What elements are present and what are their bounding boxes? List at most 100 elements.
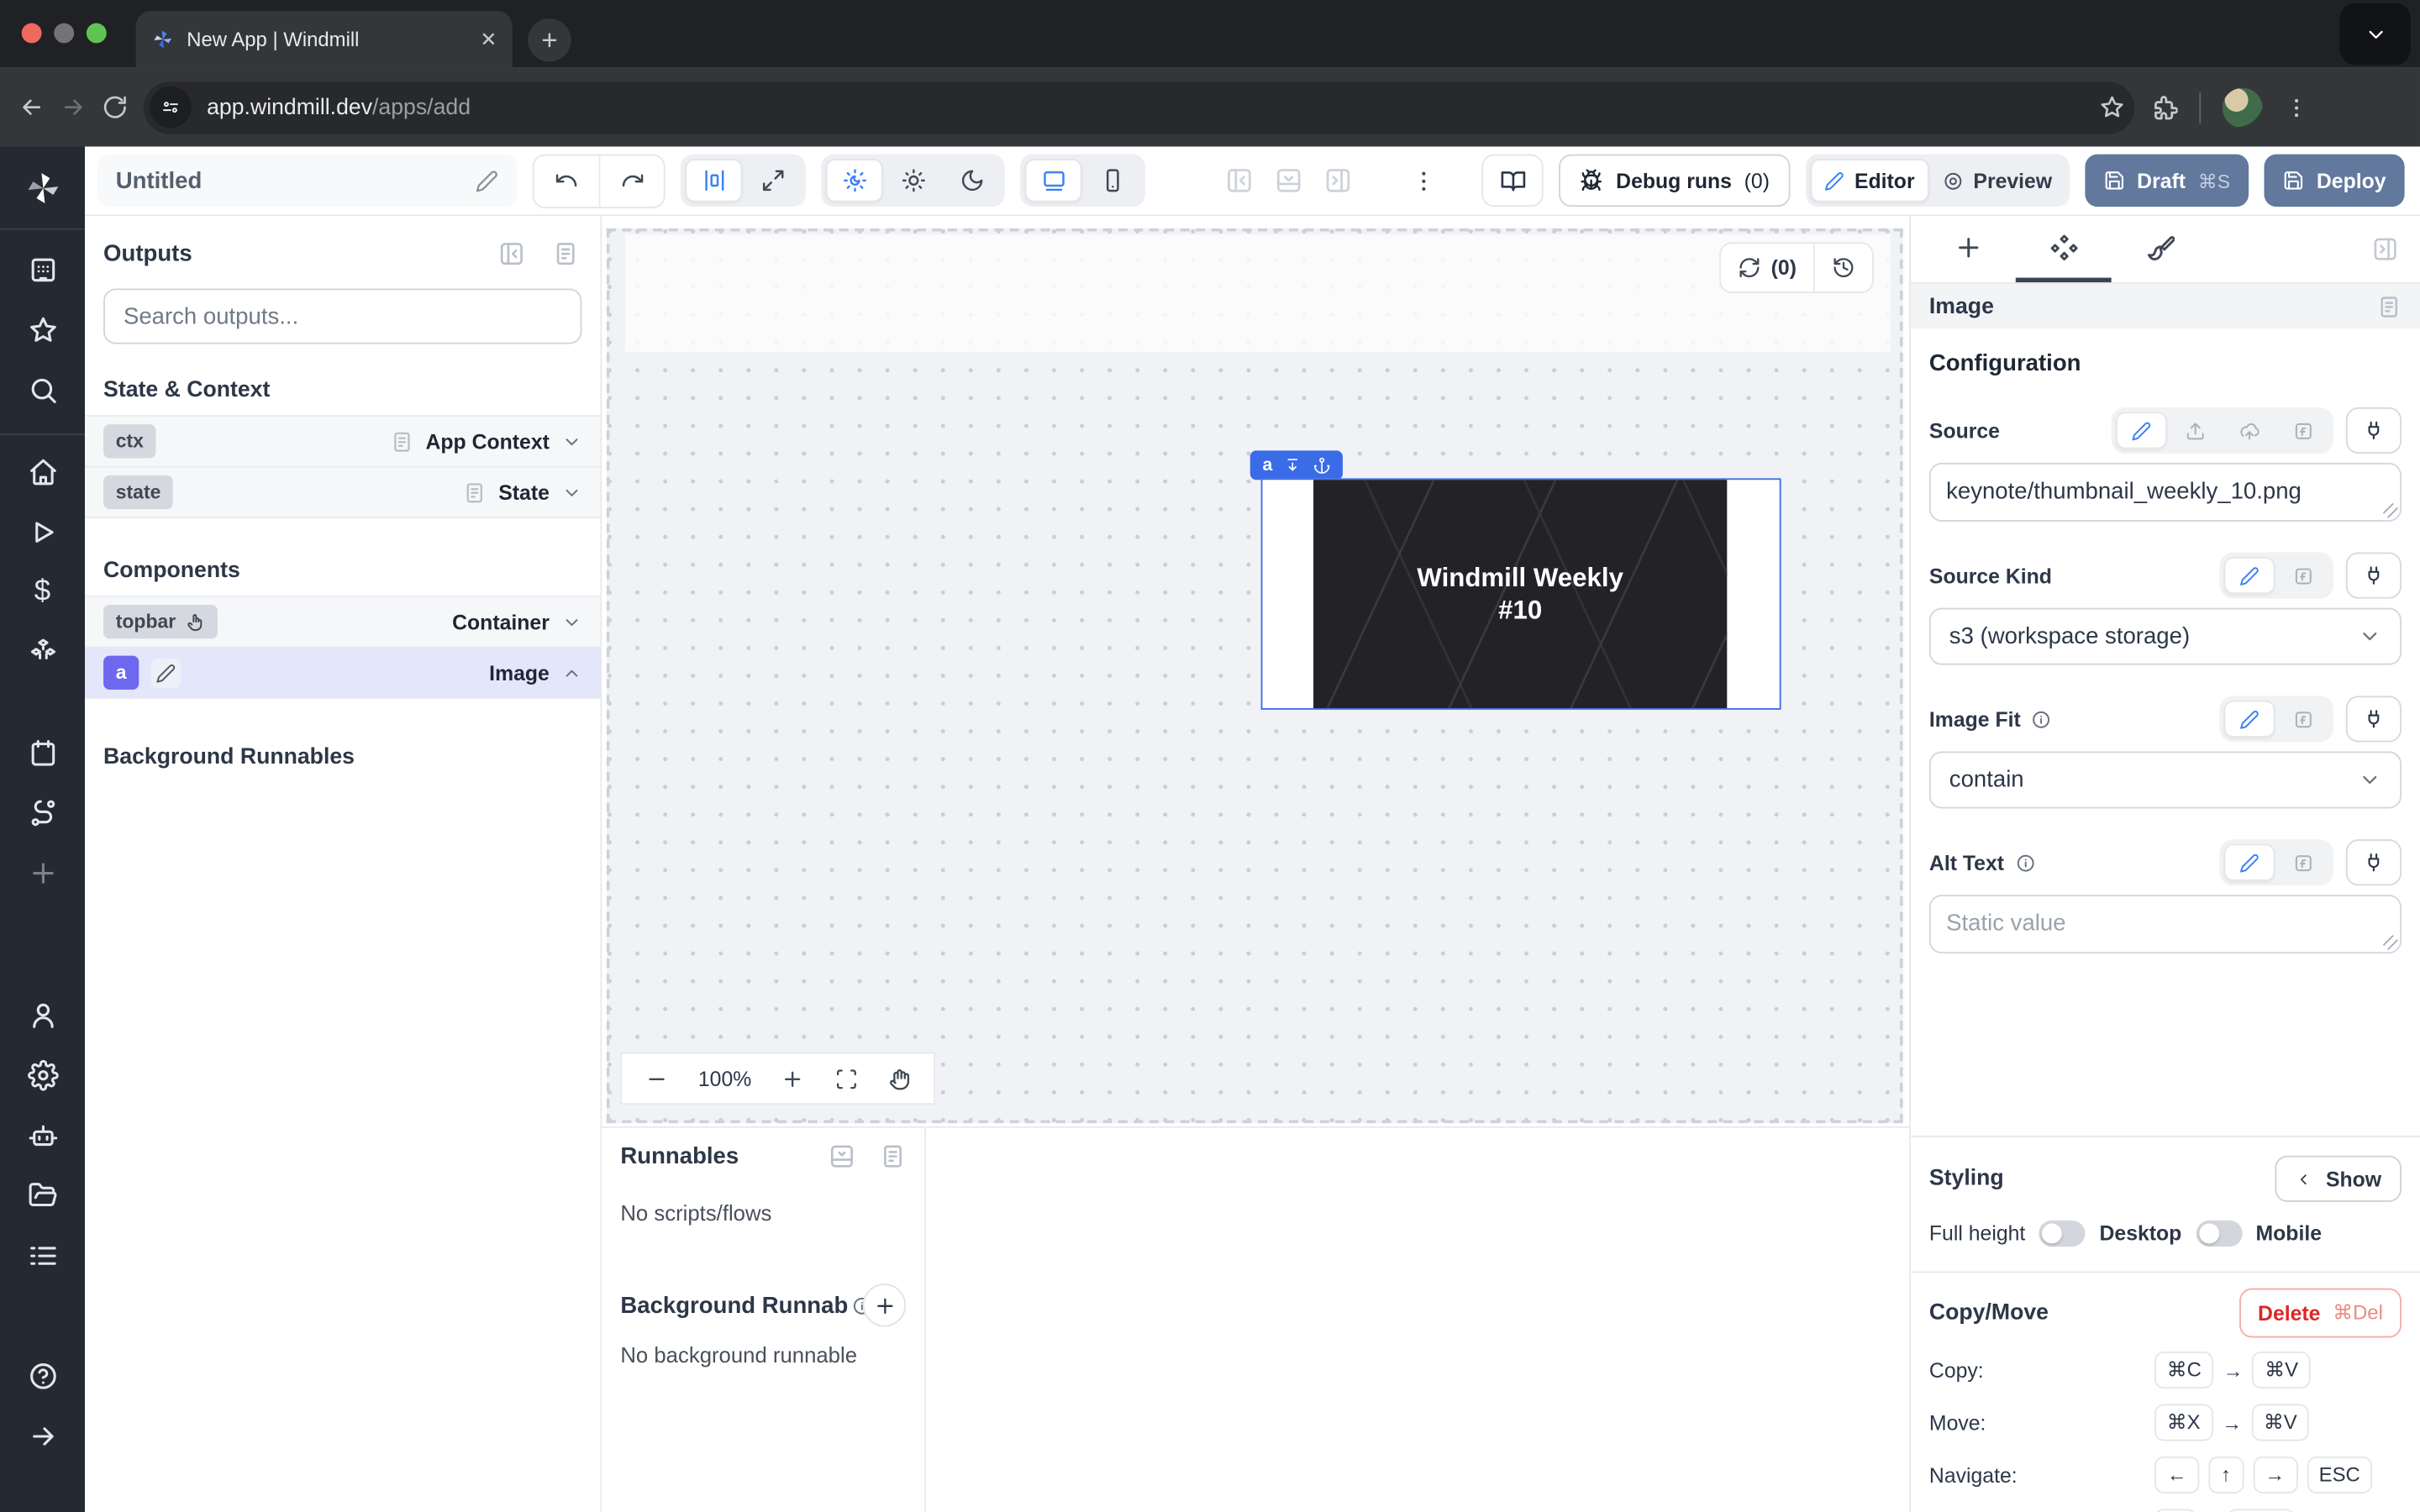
source-kind-select[interactable]: s3 (workspace storage) bbox=[1929, 608, 2402, 665]
new-tab-button[interactable]: + bbox=[528, 18, 571, 61]
toolbar-kebab-icon[interactable] bbox=[1411, 167, 1437, 193]
ctx-badge[interactable]: ctx bbox=[103, 424, 156, 458]
forward-icon[interactable] bbox=[60, 94, 87, 120]
history-button[interactable] bbox=[1813, 244, 1872, 291]
fullscreen-layout-button[interactable] bbox=[744, 159, 801, 202]
tab-styling[interactable] bbox=[2112, 216, 2207, 282]
sidebar-item-logs[interactable] bbox=[27, 1241, 58, 1272]
function-mode-button[interactable] bbox=[2278, 701, 2329, 738]
toggle-left-panel-icon[interactable] bbox=[1225, 166, 1253, 194]
edit-title-pencil-icon[interactable] bbox=[476, 169, 499, 192]
sidebar-add-icon[interactable] bbox=[27, 858, 58, 889]
desktop-view-button[interactable] bbox=[1025, 159, 1082, 202]
mobile-view-button[interactable] bbox=[1083, 159, 1140, 202]
docs-book-button[interactable] bbox=[1481, 155, 1543, 207]
runnables-doc-icon[interactable] bbox=[880, 1143, 906, 1169]
site-settings-icon[interactable] bbox=[150, 87, 192, 129]
component-row-a-selected[interactable]: a Image bbox=[85, 648, 600, 699]
tab-component-settings[interactable] bbox=[2016, 216, 2112, 282]
bookmark-icon[interactable] bbox=[2099, 94, 2125, 120]
output-row-state[interactable]: state State bbox=[85, 468, 600, 519]
function-mode-button[interactable] bbox=[2278, 557, 2329, 594]
toggle-bottom-panel-icon[interactable] bbox=[1275, 166, 1302, 194]
help-icon[interactable] bbox=[27, 1361, 58, 1392]
draft-button[interactable]: Draft ⌘S bbox=[2085, 155, 2249, 207]
sidebar-item-schedules[interactable] bbox=[27, 738, 58, 769]
fit-view-button[interactable] bbox=[834, 1067, 858, 1090]
topbar-badge[interactable]: topbar bbox=[103, 605, 218, 638]
collapse-rail-arrow-icon[interactable] bbox=[27, 1421, 58, 1452]
collapse-panel-down-icon[interactable] bbox=[829, 1143, 855, 1169]
profile-avatar[interactable] bbox=[2223, 87, 2263, 128]
doc-icon[interactable] bbox=[463, 480, 487, 504]
search-input[interactable] bbox=[124, 303, 562, 329]
search-icon[interactable] bbox=[27, 375, 58, 406]
windmill-logo-icon[interactable] bbox=[23, 168, 63, 208]
function-mode-button[interactable] bbox=[2278, 412, 2329, 449]
full-height-desktop-toggle[interactable] bbox=[2039, 1221, 2086, 1247]
doc-icon[interactable] bbox=[390, 430, 413, 454]
dark-theme-moon-button[interactable] bbox=[943, 159, 1000, 202]
back-icon[interactable] bbox=[18, 94, 45, 120]
delete-component-button[interactable]: Delete ⌘Del bbox=[2239, 1289, 2402, 1338]
sidebar-item-runs[interactable] bbox=[27, 517, 58, 548]
zoom-in-button[interactable] bbox=[781, 1067, 805, 1090]
component-row-topbar[interactable]: topbar Container bbox=[85, 597, 600, 648]
rename-pencil-icon[interactable] bbox=[151, 658, 181, 687]
image-fit-select[interactable]: contain bbox=[1929, 751, 2402, 808]
sidebar-item-home[interactable] bbox=[27, 457, 58, 488]
address-bar[interactable]: app.windmill.dev/apps/add bbox=[144, 81, 2134, 133]
expand-down-icon[interactable] bbox=[1285, 457, 1302, 474]
app-canvas[interactable]: (0) a Windm bbox=[607, 228, 1903, 1123]
refresh-button[interactable]: (0) bbox=[1720, 244, 1813, 291]
undo-button[interactable] bbox=[534, 155, 599, 207]
static-pencil-mode-button[interactable] bbox=[2224, 557, 2275, 594]
sidebar-item-folders[interactable] bbox=[27, 1180, 58, 1211]
add-background-runnable-button[interactable] bbox=[863, 1284, 906, 1326]
reload-icon[interactable] bbox=[102, 94, 128, 120]
editor-tab[interactable]: Editor bbox=[1810, 159, 1928, 202]
static-pencil-mode-button[interactable] bbox=[2224, 701, 2275, 738]
browser-menu-kebab-icon[interactable] bbox=[2284, 95, 2308, 119]
source-value-textarea[interactable]: keynote/thumbnail_weekly_10.png bbox=[1929, 463, 2402, 522]
toggle-right-panel-icon[interactable] bbox=[1324, 166, 1352, 194]
deploy-button[interactable]: Deploy bbox=[2264, 155, 2404, 207]
chevron-down-icon[interactable] bbox=[562, 482, 582, 502]
tab-insert-component[interactable] bbox=[1920, 216, 2016, 282]
pan-hand-button[interactable] bbox=[887, 1067, 911, 1090]
debug-runs-button[interactable]: Debug runs (0) bbox=[1559, 155, 1790, 207]
a-badge[interactable]: a bbox=[103, 656, 139, 690]
alt-text-textarea[interactable] bbox=[1929, 895, 2402, 953]
sidebar-item-users[interactable] bbox=[27, 1000, 58, 1031]
light-theme-sun-button[interactable] bbox=[884, 159, 941, 202]
doc-icon[interactable] bbox=[2377, 294, 2402, 318]
redo-button[interactable] bbox=[599, 155, 664, 207]
extensions-icon[interactable] bbox=[2150, 93, 2178, 121]
show-styling-button[interactable]: Show bbox=[2275, 1156, 2402, 1202]
close-tab-icon[interactable]: ✕ bbox=[480, 29, 497, 50]
sidebar-item-apps[interactable] bbox=[27, 255, 58, 286]
chevron-down-icon[interactable] bbox=[562, 431, 582, 451]
sidebar-item-resources[interactable] bbox=[27, 636, 58, 667]
auto-theme-button[interactable] bbox=[826, 159, 883, 202]
connect-plug-button[interactable] bbox=[2346, 696, 2402, 742]
collapse-panel-icon[interactable] bbox=[498, 241, 524, 267]
preview-tab[interactable]: Preview bbox=[1930, 159, 2065, 202]
sidebar-item-variables[interactable]: $ bbox=[34, 577, 50, 606]
cloud-upload-mode-button[interactable] bbox=[2224, 412, 2275, 449]
center-layout-button[interactable] bbox=[686, 159, 743, 202]
close-window-button[interactable] bbox=[22, 24, 42, 44]
outputs-doc-icon[interactable] bbox=[553, 241, 579, 267]
connect-plug-button[interactable] bbox=[2346, 839, 2402, 885]
static-pencil-mode-button[interactable] bbox=[2224, 844, 2275, 881]
tab-search-chevron-icon[interactable] bbox=[2339, 3, 2410, 65]
upload-mode-button[interactable] bbox=[2170, 412, 2221, 449]
sidebar-item-favorites[interactable] bbox=[27, 315, 58, 346]
full-height-mobile-toggle[interactable] bbox=[2196, 1221, 2242, 1247]
app-title-field[interactable]: Untitled bbox=[97, 155, 518, 207]
function-mode-button[interactable] bbox=[2278, 844, 2329, 881]
minimize-window-button[interactable] bbox=[54, 24, 74, 44]
sidebar-item-flows[interactable] bbox=[27, 798, 58, 829]
sidebar-item-workers[interactable] bbox=[27, 1120, 58, 1151]
state-badge[interactable]: state bbox=[103, 475, 173, 509]
